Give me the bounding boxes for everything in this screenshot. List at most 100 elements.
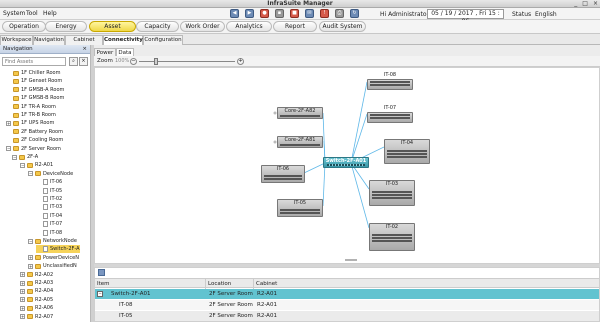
topology-canvas[interactable]: IT-08 IT-07 IT-04 IT-03 IT-02 Switch-2F-… [94,67,600,264]
table-row[interactable]: IT-08 2F Server Room R2-A01 [95,300,599,310]
tree-leaf-item[interactable]: IT-06 [36,178,62,186]
tree-folder-item[interactable]: − NetworkNode [28,237,77,245]
device-core-2f-a82[interactable]: Core-2F-A82 [277,107,323,119]
expand-icon[interactable]: + [20,288,25,294]
tree-folder-item[interactable]: 1F TR-A Room [6,103,56,111]
tree-folder-item[interactable]: +1F UPS Room [6,119,54,127]
tab-workspace[interactable]: Workspace [0,35,33,45]
tab-navigation[interactable]: Navigation [33,35,65,45]
module-tab-analytics[interactable]: Analytics [226,21,272,32]
find-assets-input[interactable] [2,57,66,66]
tree-folder-item[interactable]: + R2-A03 [20,279,53,287]
expand-icon[interactable]: + [20,297,25,303]
save-icon[interactable] [98,269,105,276]
tree-folder-item[interactable]: + R2-A06 [20,304,53,312]
alarm-icon[interactable]: ! [320,9,329,18]
collapse-icon[interactable]: − [20,162,25,168]
search-icon[interactable]: ⌕ [69,57,78,66]
module-tab-report[interactable]: Report [273,21,317,32]
device-switch-2f-a01[interactable]: Switch-2F-A01 [323,157,369,168]
tab-connectivity[interactable]: Connectivity [103,35,143,45]
device-it-07[interactable]: IT-07 [367,105,413,123]
tree-leaf-item[interactable]: IT-08 [36,229,62,237]
tree-leaf-item[interactable]: IT-05 [36,187,62,195]
zoom-slider-thumb[interactable] [154,58,158,65]
device-core-2f-a81[interactable]: Core-2F-A81 [277,136,323,148]
module-tab-work-order[interactable]: Work Order [180,21,225,32]
maximize-button[interactable]: □ [582,0,588,8]
menu-tool[interactable]: Tool [26,10,38,17]
lock-icon[interactable]: ▪ [275,9,284,18]
refresh-icon[interactable]: ↻ [350,9,359,18]
tree-folder-item[interactable]: 2F Cooling Room [6,136,63,144]
expand-icon[interactable]: + [20,280,25,286]
tree-folder-item[interactable]: 1F GMSB-A Room [6,86,64,94]
language-select[interactable]: English [535,11,557,18]
collapse-icon[interactable]: − [6,146,11,152]
tree-leaf-item[interactable]: IT-03 [36,203,62,211]
tab-cabinet-view[interactable]: Cabinet View [65,35,103,52]
minimize-button[interactable]: _ [574,0,577,8]
table-row[interactable]: − Switch-2F-A01 2F Server Room R2-A01 [95,289,599,299]
tree-folder-item[interactable]: + PowerDeviceN [28,254,79,262]
column-header-location[interactable]: Location [205,279,231,289]
device-it-06[interactable]: IT-06 [261,165,305,183]
module-tab-audit-system[interactable]: Audit System [319,21,366,32]
message-icon[interactable]: ✉ [305,9,314,18]
zoom-out-icon[interactable]: − [130,58,137,65]
tree-leaf-item[interactable]: Switch-2F-A [36,245,80,254]
stop-icon[interactable]: ■ [290,9,299,18]
tab-configuration[interactable]: Configuration [143,35,183,45]
module-tab-capacity[interactable]: Capacity [136,21,179,32]
clear-icon[interactable]: × [79,57,88,66]
tree-leaf-item[interactable]: IT-02 [36,195,62,203]
device-it-05[interactable]: IT-05 [277,199,323,217]
menu-help[interactable]: Help [43,10,57,17]
module-tab-asset[interactable]: Asset [89,21,136,32]
expand-icon[interactable]: + [28,263,33,269]
tree-folder-item[interactable]: − 2F Server Room [6,145,61,153]
expand-icon[interactable]: + [6,120,11,126]
expand-icon[interactable]: + [20,305,25,311]
collapse-icon[interactable]: − [28,171,33,177]
column-header-cabinet[interactable]: Cabinet [253,279,277,289]
close-icon[interactable]: × [82,45,87,54]
table-row[interactable]: IT-05 2F Server Room R2-A01 [95,311,599,321]
expand-icon[interactable]: + [28,255,33,261]
device-it-03[interactable]: IT-03 [369,180,415,206]
collapse-icon[interactable]: − [12,154,17,160]
menu-system[interactable]: System [3,10,25,17]
prev-icon[interactable]: ◀ [230,9,239,18]
device-it-02[interactable]: IT-02 [369,223,415,251]
tree-folder-item[interactable]: − DeviceNode [28,170,73,178]
tree-folder-item[interactable]: − R2-A01 [20,161,53,169]
tree-folder-item[interactable]: 1F Chiller Room [6,69,60,77]
tree-folder-item[interactable]: 1F Genset Room [6,77,62,85]
tree-folder-item[interactable]: + R2-A07 [20,313,53,321]
tree-folder-item[interactable]: + R2-A05 [20,296,53,304]
module-tab-operation[interactable]: Operation [2,21,46,32]
tree-folder-item[interactable]: + R2-A02 [20,271,53,279]
expand-icon[interactable]: + [20,314,25,320]
tree-folder-item[interactable]: 1F GMSB-B Room [6,94,64,102]
record-icon[interactable]: ● [260,9,269,18]
tree-folder-item[interactable]: 1F TR-B Room [6,111,56,119]
zoom-in-icon[interactable]: + [237,58,244,65]
expand-icon[interactable]: + [20,272,25,278]
tree-folder-item[interactable]: 2F Battery Room [6,128,63,136]
print-icon[interactable]: ⎙ [335,9,344,18]
column-header-item[interactable]: Item [95,279,110,289]
folder-icon [13,137,19,143]
tree-folder-item[interactable]: − 2F-A [12,153,38,161]
close-window-button[interactable]: × [593,0,598,8]
tree-folder-item[interactable]: + R2-A04 [20,287,53,295]
tree-leaf-item[interactable]: IT-07 [36,220,62,228]
module-tab-energy[interactable]: Energy [45,21,87,32]
tree-folder-item[interactable]: + UnclassifiedN [28,262,77,270]
tree-leaf-item[interactable]: IT-04 [36,212,62,220]
next-icon[interactable]: ▶ [245,9,254,18]
device-it-04[interactable]: IT-04 [384,139,430,164]
device-it-08[interactable]: IT-08 [367,72,413,90]
collapse-icon[interactable]: − [28,238,33,244]
collapse-icon[interactable]: − [97,290,103,297]
